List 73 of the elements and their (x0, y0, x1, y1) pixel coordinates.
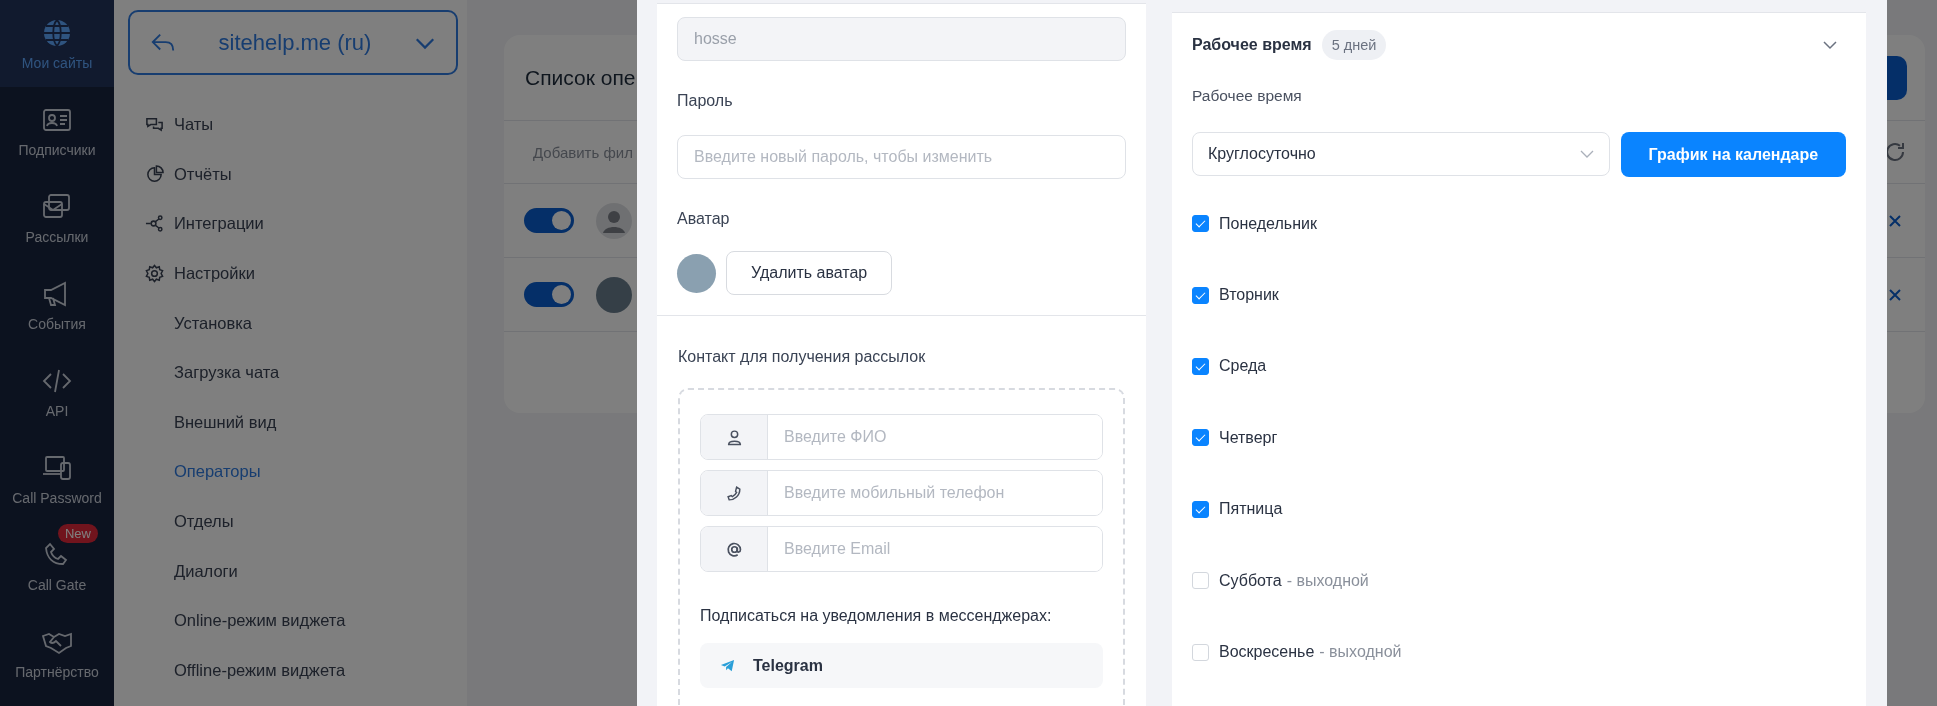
day-label: Понедельник (1219, 214, 1317, 233)
nav-item[interactable]: Рассылки (0, 174, 114, 261)
nav-label: Мои сайты (21, 54, 93, 71)
submenu-item[interactable]: Online-режим виджета (114, 595, 467, 646)
day-checkbox[interactable] (1192, 286, 1209, 304)
submenu-item[interactable]: Операторы (114, 447, 467, 497)
day-label: Воскресенье - выходной (1219, 643, 1402, 662)
day-label: Суббота - выходной (1219, 571, 1369, 590)
menu-item[interactable]: Настройки (114, 248, 467, 299)
day-checkbox[interactable] (1192, 215, 1209, 233)
settings-icon (145, 264, 164, 284)
day-checkbox[interactable] (1192, 357, 1209, 375)
submenu-item[interactable]: Offline-режим виджета (114, 645, 467, 696)
nav-label: Рассылки (25, 228, 89, 245)
user-avatar-icon (596, 202, 632, 239)
day-label: Вторник (1219, 286, 1279, 305)
schedule-select[interactable]: Круглосуточно (1192, 132, 1610, 176)
submenu-item[interactable]: Отделы (114, 496, 467, 547)
toggle-switch[interactable] (524, 282, 574, 307)
nav-item[interactable]: События (0, 261, 114, 348)
field-label: Пароль (677, 91, 734, 111)
submenu-item[interactable]: Внешний вид (114, 397, 467, 448)
nav-item[interactable]: Мои сайты (0, 0, 114, 87)
day-checkbox[interactable] (1192, 429, 1209, 447)
nodes-icon (145, 214, 164, 234)
add-filter-link[interactable]: Добавить фил (533, 143, 633, 161)
user-icon (725, 428, 743, 446)
day-label: Пятница (1219, 500, 1283, 519)
submenu-item[interactable]: Диалоги (114, 546, 467, 596)
site-selector[interactable]: sitehelp.me (ru) (128, 10, 458, 75)
submenu-item[interactable]: Загрузка чата (114, 347, 467, 398)
nav-label: Call Password (12, 489, 102, 506)
calendar-button[interactable]: График на календаре (1620, 132, 1846, 177)
menu-item[interactable]: Чаты (114, 100, 467, 150)
telegram-button[interactable]: Telegram (700, 643, 1103, 688)
nav-label: API (45, 402, 69, 419)
days-badge: 5 дней (1321, 30, 1387, 60)
nav-label: Call Gate (27, 576, 87, 593)
new-badge: New (58, 524, 98, 543)
contact-field[interactable]: Введите мобильный телефон (700, 470, 1103, 516)
at-sign-icon (725, 540, 743, 558)
nav-label: События (28, 315, 86, 332)
menu-item[interactable]: Интеграции (114, 199, 467, 249)
avatar-photo-placeholder (677, 253, 716, 293)
contact-field[interactable]: Введите Email (700, 526, 1103, 572)
nav-item[interactable]: Партнёрство (0, 609, 114, 696)
contact-field[interactable]: Введите ФИО (700, 414, 1103, 460)
paper-plane-icon (720, 658, 735, 673)
nav-item[interactable]: API (0, 348, 114, 435)
close-icon[interactable] (1887, 286, 1903, 303)
messengers-label: Подписаться на уведомления в мессенджерах: (700, 606, 1053, 626)
nav-item[interactable]: Подписчики (0, 87, 114, 174)
day-checkbox[interactable] (1192, 500, 1209, 518)
day-label: Четверг (1219, 428, 1278, 447)
card-title: Список опе (525, 65, 636, 90)
day-label: Среда (1219, 357, 1267, 376)
section-label: Контакт для получения рассылок (678, 347, 927, 367)
password-field[interactable]: Введите новый пароль, чтобы изменить (677, 135, 1126, 179)
submenu-item[interactable]: Установка (114, 298, 467, 348)
nav-item[interactable]: New Call Gate (0, 522, 114, 609)
nav-label: Партнёрство (15, 663, 99, 680)
phone-icon (725, 484, 743, 502)
pie-chart-icon (145, 164, 164, 184)
section-title: Рабочее время (1192, 36, 1312, 54)
close-icon[interactable] (1887, 212, 1903, 229)
field-label: Рабочее время (1192, 86, 1303, 106)
delete-avatar-button[interactable]: Удалить аватар (726, 251, 893, 295)
menu-item[interactable]: Отчёты (114, 149, 467, 200)
nav-item[interactable]: Call Password (0, 435, 114, 522)
field-label: Аватар (677, 209, 731, 229)
avatar-photo-placeholder (596, 276, 632, 313)
nav-label: Подписчики (18, 141, 96, 158)
toggle-switch[interactable] (524, 208, 574, 233)
